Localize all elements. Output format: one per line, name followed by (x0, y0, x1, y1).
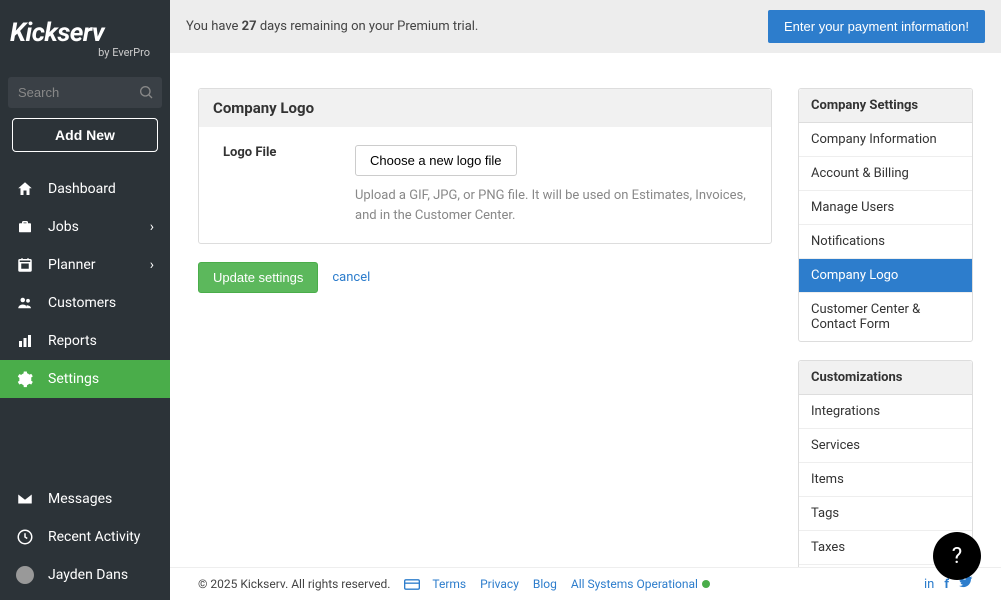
logo-main: Kickserv (10, 18, 160, 48)
subnav-header: Customizations (799, 361, 972, 395)
nav-settings[interactable]: Settings (0, 360, 170, 398)
enter-payment-button[interactable]: Enter your payment information! (768, 10, 985, 43)
calendar-icon (16, 256, 34, 274)
briefcase-icon (16, 218, 34, 236)
subnav-integrations[interactable]: Integrations (799, 395, 972, 429)
subnav-notifications[interactable]: Notifications (799, 225, 972, 259)
nav-label: Jobs (48, 219, 79, 235)
gear-icon (16, 370, 34, 388)
choose-logo-file-button[interactable]: Choose a new logo file (355, 145, 517, 176)
nav-label: Messages (48, 491, 112, 507)
nav-recent-activity[interactable]: Recent Activity (0, 518, 170, 556)
copyright: © 2025 Kickserv. All rights reserved. (198, 577, 390, 591)
linkedin-icon[interactable]: in (924, 577, 934, 592)
company-logo-card: Company Logo Logo File Choose a new logo… (198, 88, 772, 244)
footer-status-link[interactable]: All Systems Operational (571, 577, 710, 591)
subnav-tags[interactable]: Tags (799, 497, 972, 531)
footer: © 2025 Kickserv. All rights reserved. Te… (170, 567, 1001, 600)
add-new-button[interactable]: Add New (12, 118, 158, 152)
update-settings-button[interactable]: Update settings (198, 262, 318, 293)
logo-file-label: Logo File (213, 145, 343, 225)
card-title: Company Logo (199, 89, 771, 127)
status-text: All Systems Operational (571, 577, 698, 591)
trial-banner: You have 27 days remaining on your Premi… (170, 0, 1001, 53)
mail-icon (16, 490, 34, 508)
file-help-text: Upload a GIF, JPG, or PNG file. It will … (355, 186, 757, 225)
subnav-account-billing[interactable]: Account & Billing (799, 157, 972, 191)
status-dot-icon (702, 580, 710, 588)
nav-label: Recent Activity (48, 529, 140, 545)
nav-label: Settings (48, 371, 99, 387)
nav-customers[interactable]: Customers (0, 284, 170, 322)
subnav-customer-center[interactable]: Customer Center & Contact Form (799, 293, 972, 341)
clock-icon (16, 528, 34, 546)
nav-label: Dashboard (48, 181, 116, 197)
home-icon (16, 180, 34, 198)
brand-logo: Kickserv by EverPro (0, 0, 170, 67)
nav-dashboard[interactable]: Dashboard (0, 170, 170, 208)
footer-blog-link[interactable]: Blog (533, 577, 557, 591)
cancel-link[interactable]: cancel (332, 270, 370, 285)
search-icon (138, 84, 154, 104)
company-settings-nav: Company Settings Company Information Acc… (798, 88, 973, 342)
nav-planner[interactable]: Planner › (0, 246, 170, 284)
footer-privacy-link[interactable]: Privacy (480, 577, 519, 591)
subnav-company-information[interactable]: Company Information (799, 123, 972, 157)
trial-text: You have 27 days remaining on your Premi… (186, 19, 478, 34)
subnav-manage-users[interactable]: Manage Users (799, 191, 972, 225)
main-content: You have 27 days remaining on your Premi… (170, 0, 1001, 600)
avatar (16, 566, 34, 584)
help-button[interactable]: ? (933, 532, 981, 580)
nav-label: Customers (48, 295, 116, 311)
nav-label: Reports (48, 333, 97, 349)
users-icon (16, 294, 34, 312)
subnav-header: Company Settings (799, 89, 972, 123)
card-icon (404, 579, 418, 589)
trial-days: 27 (242, 19, 257, 34)
sidebar: Kickserv by EverPro Add New Dashboard Jo… (0, 0, 170, 600)
nav-user-profile[interactable]: Jayden Dans (0, 556, 170, 594)
nav-messages[interactable]: Messages (0, 480, 170, 518)
chart-icon (16, 332, 34, 350)
trial-prefix: You have (186, 19, 242, 34)
nav-label: Jayden Dans (48, 567, 128, 583)
subnav-company-logo[interactable]: Company Logo (799, 259, 972, 293)
subnav-services[interactable]: Services (799, 429, 972, 463)
nav-reports[interactable]: Reports (0, 322, 170, 360)
primary-nav: Dashboard Jobs › Planner › Customers Rep… (0, 170, 170, 398)
subnav-items[interactable]: Items (799, 463, 972, 497)
search-container (8, 77, 162, 108)
footer-terms-link[interactable]: Terms (432, 577, 466, 591)
nav-jobs[interactable]: Jobs › (0, 208, 170, 246)
chevron-right-icon: › (150, 219, 154, 235)
chevron-right-icon: › (150, 257, 154, 273)
facebook-icon[interactable]: f (944, 577, 949, 592)
nav-label: Planner (48, 257, 95, 273)
trial-suffix: days remaining on your Premium trial. (257, 19, 479, 34)
